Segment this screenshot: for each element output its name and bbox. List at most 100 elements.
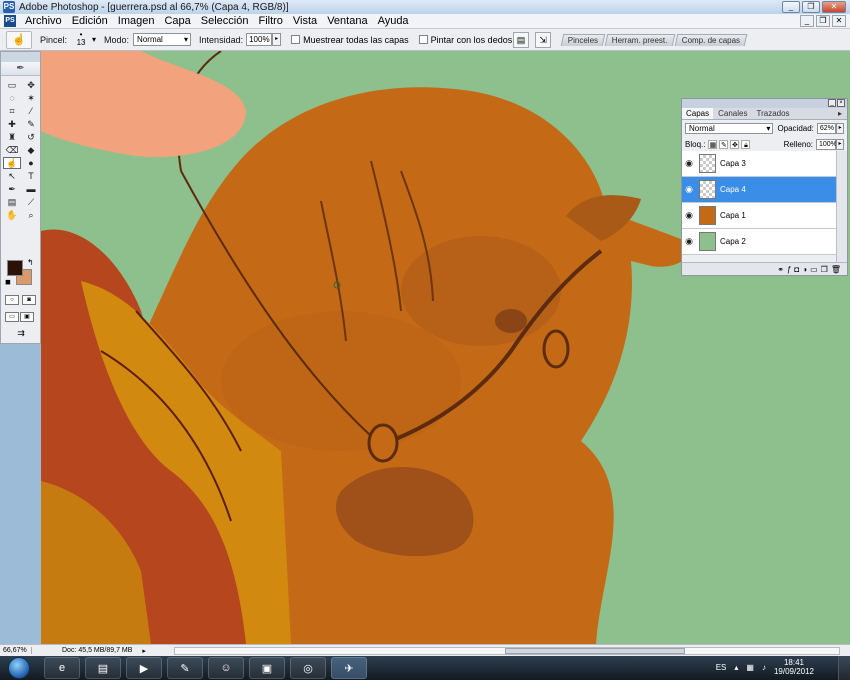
pen-tool-icon[interactable]: ✒ (3, 183, 21, 195)
brush-tool-icon[interactable]: ✎ (22, 118, 40, 130)
menu-vista[interactable]: Vista (288, 15, 322, 27)
media-player-icon[interactable]: ▶ (126, 657, 162, 679)
layers-scrollbar[interactable] (836, 151, 847, 263)
language-indicator[interactable]: ES (716, 663, 727, 672)
standard-mode-icon[interactable]: ○ (5, 295, 19, 305)
horizontal-scrollbar-thumb[interactable] (505, 648, 685, 654)
photoshop-taskbar-icon[interactable]: ✎ (167, 657, 203, 679)
tab-trazados[interactable]: Trazados (752, 108, 793, 119)
feather-icon[interactable]: ✒ (1, 62, 40, 76)
clone-stamp-tool-icon[interactable]: ♜ (3, 131, 21, 143)
panel-menu-icon[interactable]: ▸ (834, 108, 846, 119)
restore-button[interactable]: ❐ (802, 1, 820, 13)
notes-tool-icon[interactable]: ▤ (3, 196, 21, 208)
crop-tool-icon[interactable]: ⌗ (3, 105, 21, 117)
fill-slider-button[interactable]: ▸ (836, 138, 844, 150)
slice-tool-icon[interactable]: ⁄ (22, 105, 40, 117)
visibility-eye-icon[interactable]: ◉ (682, 236, 696, 247)
messenger-icon[interactable]: ☺ (208, 657, 244, 679)
zoom-level[interactable]: 66,67% (0, 647, 32, 654)
marquee-tool-icon[interactable]: ▭ (3, 79, 21, 91)
type-tool-icon[interactable]: T (22, 170, 40, 182)
full-screen-menu-icon[interactable]: ▣ (20, 312, 34, 322)
tray-arrow-icon[interactable]: ▴ (734, 663, 738, 672)
dodge-tool-icon[interactable]: ● (22, 157, 40, 169)
healing-brush-tool-icon[interactable]: ✚ (3, 118, 21, 130)
sample-all-layers-checkbox[interactable]: Muestrear todas las capas (291, 35, 409, 45)
visibility-eye-icon[interactable]: ◉ (682, 184, 696, 195)
internet-explorer-icon[interactable]: e (44, 657, 80, 679)
shape-tool-icon[interactable]: ▬ (22, 183, 40, 195)
layer-row[interactable]: ◉ Capa 3 (682, 151, 837, 177)
eraser-tool-icon[interactable]: ⌫ (3, 144, 21, 156)
link-layers-icon[interactable]: ⚭ (777, 265, 784, 274)
start-button[interactable] (8, 657, 30, 679)
smudge-tool-icon[interactable]: ☝ (3, 157, 21, 169)
volume-icon[interactable]: ♪ (762, 663, 766, 672)
doc-close-button[interactable]: ✕ (832, 15, 846, 27)
standard-screen-icon[interactable]: ▭ (5, 312, 19, 322)
tab-capas[interactable]: Capas (682, 108, 714, 119)
adjustment-layer-icon[interactable]: ◑ (802, 265, 807, 274)
menu-imagen[interactable]: Imagen (113, 15, 160, 27)
camera-app-icon[interactable]: ▣ (249, 657, 285, 679)
browser-active-icon[interactable]: ✈ (331, 657, 367, 679)
opacity-input[interactable]: 62% (816, 122, 837, 134)
lock-all-icon[interactable]: 🔒︎ (741, 139, 751, 149)
document-icon[interactable]: PS (4, 15, 16, 27)
panel-close-icon[interactable]: × (837, 99, 845, 107)
layer-row[interactable]: ◉ Capa 2 (682, 229, 837, 255)
doc-minimize-button[interactable]: _ (800, 15, 814, 27)
layer-row[interactable]: ◉ Capa 1 (682, 203, 837, 229)
brush-picker[interactable]: • 13 (70, 30, 92, 49)
well-tab-pinceles[interactable]: Pinceles (560, 34, 606, 46)
smudge-tool-preset-icon[interactable]: ☝ (6, 30, 32, 49)
new-group-icon[interactable]: ▭ (810, 265, 818, 274)
file-explorer-icon[interactable]: ▤ (85, 657, 121, 679)
fill-input[interactable]: 100% (816, 138, 837, 150)
finger-painting-box[interactable] (418, 35, 428, 44)
hand-tool-icon[interactable]: ✋ (3, 209, 21, 221)
tab-canales[interactable]: Canales (714, 108, 751, 119)
lock-position-icon[interactable]: ✥ (730, 139, 740, 149)
opacity-slider-button[interactable]: ▸ (836, 122, 844, 134)
magic-wand-tool-icon[interactable]: ✶ (22, 92, 40, 104)
visibility-eye-icon[interactable]: ◉ (682, 210, 696, 221)
quick-mask-mode-icon[interactable]: ◙ (22, 295, 36, 305)
well-tab-composiciones[interactable]: Comp. de capas (674, 34, 748, 46)
menu-filtro[interactable]: Filtro (253, 15, 287, 27)
layer-mask-icon[interactable]: ◘ (794, 265, 799, 274)
doc-restore-button[interactable]: ❐ (816, 15, 830, 27)
menu-archivo[interactable]: Archivo (20, 15, 67, 27)
default-colors-icon[interactable]: ◼ (5, 278, 11, 286)
sample-all-layers-box[interactable] (291, 35, 301, 44)
layers-panel-titlebar[interactable]: _ × (682, 99, 847, 108)
horizontal-scrollbar[interactable] (174, 647, 840, 655)
eyedropper-tool-icon[interactable]: ⟋ (22, 196, 40, 208)
paint-bucket-tool-icon[interactable]: ◆ (22, 144, 40, 156)
visibility-eye-icon[interactable]: ◉ (682, 158, 696, 169)
menu-edicion[interactable]: Edición (67, 15, 113, 27)
clock[interactable]: 18:41 19/09/2012 (774, 658, 814, 676)
swap-colors-icon[interactable]: ↰ (27, 258, 34, 267)
menu-ventana[interactable]: Ventana (322, 15, 372, 27)
jump-to-imageready-icon[interactable]: ⇉ (7, 328, 35, 340)
mode-select[interactable]: Normal (133, 33, 192, 46)
menu-seleccion[interactable]: Selección (196, 15, 254, 27)
foreground-color-swatch[interactable] (7, 260, 23, 276)
finger-painting-checkbox[interactable]: Pintar con los dedos (418, 35, 512, 45)
brush-dropdown-icon[interactable]: ▾ (92, 35, 96, 44)
palette-toggle-icon[interactable]: ▤ (513, 32, 529, 48)
minimize-button[interactable]: _ (782, 1, 800, 13)
blend-mode-select[interactable]: Normal (685, 122, 774, 134)
menu-ayuda[interactable]: Ayuda (373, 15, 414, 27)
tools-panel-header[interactable] (1, 52, 40, 62)
show-desktop-button[interactable] (838, 656, 850, 680)
delete-layer-icon[interactable]: 🗑︎ (831, 265, 841, 274)
new-layer-icon[interactable]: ❐ (821, 265, 828, 274)
status-menu-arrow-icon[interactable]: ▸ (142, 647, 146, 655)
history-brush-tool-icon[interactable]: ↺ (22, 131, 40, 143)
move-tool-icon[interactable]: ✥ (22, 79, 40, 91)
lock-image-icon[interactable]: ✎ (719, 139, 729, 149)
panel-minimize-icon[interactable]: _ (828, 99, 836, 107)
